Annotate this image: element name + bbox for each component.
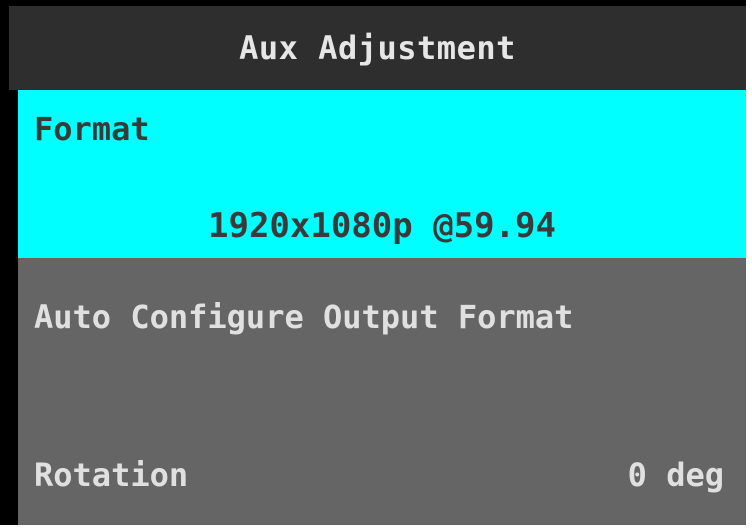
menu-item-auto-configure-label: Auto Configure Output Format [34, 298, 574, 336]
menu-item-rotation-label: Rotation [34, 456, 189, 494]
menu-item-format-value: 1920x1080p @59.94 [208, 206, 556, 246]
menu-item-rotation[interactable]: Rotation 0 deg [18, 408, 746, 525]
menu-item-auto-configure-output-format[interactable]: Auto Configure Output Format [18, 258, 746, 408]
osd-menu-frame: Aux Adjustment Format 1920x1080p @59.94 … [0, 0, 746, 525]
menu-item-format-label: Format [34, 110, 150, 148]
menu-header: Aux Adjustment [9, 6, 746, 90]
menu-title: Aux Adjustment [239, 29, 516, 67]
menu-item-format[interactable]: Format 1920x1080p @59.94 [18, 90, 746, 258]
menu-item-rotation-value: 0 deg [627, 456, 724, 494]
